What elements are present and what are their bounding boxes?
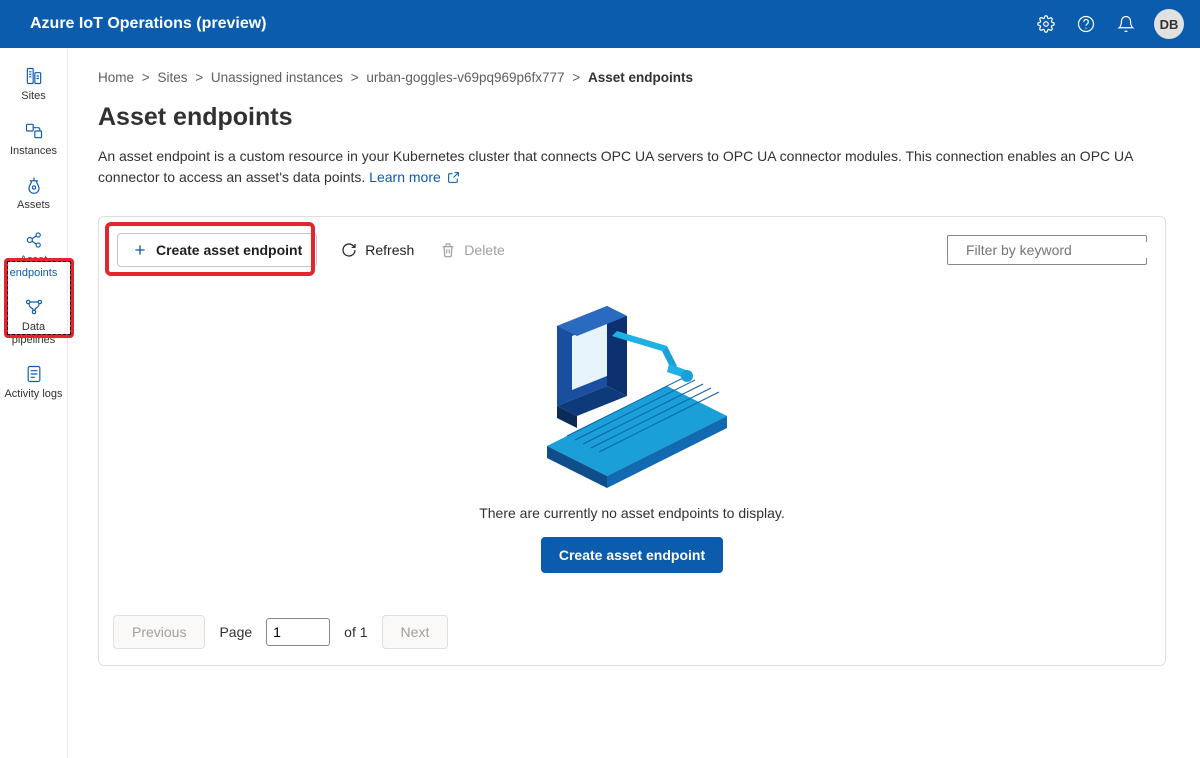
nav-item-data-pipelines[interactable]: Data pipelines <box>0 287 67 354</box>
next-button: Next <box>382 615 449 649</box>
user-avatar[interactable]: DB <box>1154 9 1184 39</box>
gear-icon <box>1037 15 1055 33</box>
help-icon <box>1077 15 1095 33</box>
create-asset-endpoint-button[interactable]: Create asset endpoint <box>117 233 317 267</box>
assets-icon <box>24 175 44 195</box>
trash-icon <box>440 242 456 258</box>
settings-button[interactable] <box>1026 0 1066 48</box>
sites-icon <box>24 66 44 86</box>
breadcrumb-link[interactable]: urban-goggles-v69pq969p6fx777 <box>366 70 564 85</box>
nav-label: Activity logs <box>4 388 62 401</box>
breadcrumb-link[interactable]: Sites <box>157 70 187 85</box>
page-title: Asset endpoints <box>98 103 1200 132</box>
external-link-icon <box>447 171 460 184</box>
content-card: Create asset endpoint Refresh Delete <box>98 216 1166 666</box>
help-button[interactable] <box>1066 0 1106 48</box>
empty-state: There are currently no asset endpoints t… <box>99 281 1165 605</box>
left-nav: Sites Instances Assets Asset endpoints D… <box>0 48 68 758</box>
main-content: Home > Sites > Unassigned instances > ur… <box>68 48 1200 758</box>
instances-icon <box>24 121 44 141</box>
notifications-button[interactable] <box>1106 0 1146 48</box>
pipelines-icon <box>24 297 44 317</box>
previous-button: Previous <box>113 615 205 649</box>
plus-icon <box>132 242 148 258</box>
breadcrumb-link[interactable]: Home <box>98 70 134 85</box>
top-bar: Azure IoT Operations (preview) DB <box>0 0 1200 48</box>
nav-item-sites[interactable]: Sites <box>0 56 67 111</box>
refresh-icon <box>341 242 357 258</box>
nav-label: Data pipelines <box>4 321 63 346</box>
toolbar: Create asset endpoint Refresh Delete <box>99 217 1165 281</box>
page-description: An asset endpoint is a custom resource i… <box>98 146 1198 188</box>
logs-icon <box>24 364 44 384</box>
breadcrumb-current: Asset endpoints <box>588 70 693 85</box>
refresh-button[interactable]: Refresh <box>339 236 416 264</box>
nav-label: Sites <box>21 90 45 103</box>
pagination: Previous Page of 1 Next <box>99 605 1165 665</box>
empty-create-button[interactable]: Create asset endpoint <box>541 537 723 573</box>
nav-item-asset-endpoints[interactable]: Asset endpoints <box>0 220 67 287</box>
page-input[interactable] <box>266 618 330 646</box>
nav-label: Assets <box>17 199 50 212</box>
nav-label: Asset endpoints <box>4 254 63 279</box>
nav-item-assets[interactable]: Assets <box>0 165 67 220</box>
learn-more-link[interactable]: Learn more <box>369 169 459 185</box>
filter-box[interactable] <box>947 235 1147 265</box>
bell-icon <box>1117 15 1135 33</box>
search-input[interactable] <box>966 242 1147 258</box>
nav-item-instances[interactable]: Instances <box>0 111 67 166</box>
page-word: Page <box>219 624 252 640</box>
breadcrumb-link[interactable]: Unassigned instances <box>211 70 343 85</box>
nav-label: Instances <box>10 145 57 158</box>
empty-message: There are currently no asset endpoints t… <box>479 505 785 521</box>
nav-item-activity-logs[interactable]: Activity logs <box>0 354 67 409</box>
delete-button: Delete <box>438 236 506 264</box>
breadcrumb: Home > Sites > Unassigned instances > ur… <box>98 70 1200 85</box>
product-title: Azure IoT Operations (preview) <box>30 15 266 33</box>
asset-endpoints-icon <box>24 230 44 250</box>
empty-illustration <box>502 291 762 501</box>
